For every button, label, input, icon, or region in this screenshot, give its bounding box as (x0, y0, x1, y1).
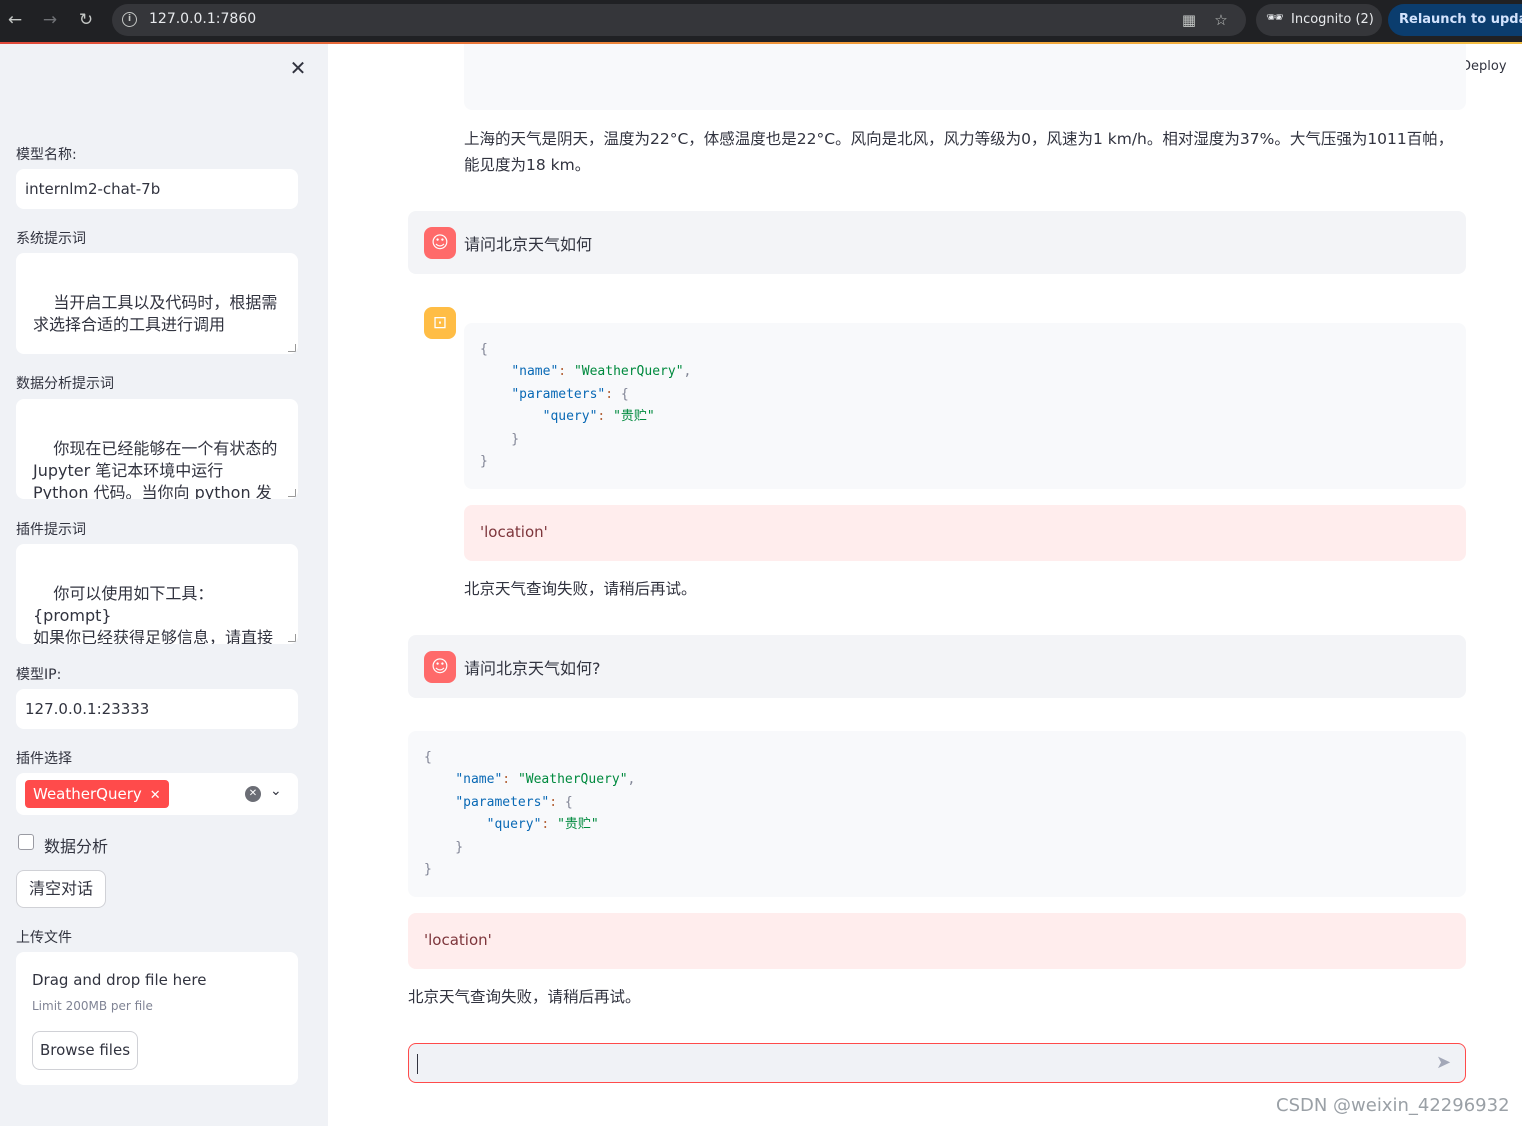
code-name-value: WeatherQuery (525, 772, 620, 788)
error-alert: 'location' (408, 913, 1466, 969)
resize-handle[interactable] (288, 489, 296, 497)
send-icon[interactable]: ➤ (1436, 1052, 1451, 1073)
dropzone-limit: Limit 200MB per file (32, 999, 153, 1013)
address-bar[interactable]: i 127.0.0.1:7860 ▦ ☆ (112, 4, 1246, 36)
plugin-multiselect[interactable]: WeatherQuery ✕ ✕ ⌄ (16, 773, 298, 815)
code-query-value: 贵贮 (564, 817, 591, 833)
model-ip-input[interactable]: 127.0.0.1:23333 (16, 689, 298, 729)
close-icon[interactable]: ✕ (288, 58, 308, 78)
chat-main: Deploy 上海的天气是阴天，温度为22°C，体感温度也是22°C。风向是北风… (328, 44, 1522, 1126)
plugin-prompt-text: 你可以使用如下工具： {prompt} 如果你已经获得足够信息，请直接给出答案.… (33, 584, 274, 644)
incognito-button[interactable]: 🕶 Incognito (2) (1256, 4, 1382, 36)
plugin-prompt-textarea[interactable]: 你可以使用如下工具： {prompt} 如果你已经获得足够信息，请直接给出答案.… (16, 544, 298, 644)
back-icon[interactable]: ← (3, 8, 27, 32)
incognito-icon: 🕶 (1266, 10, 1284, 26)
data-prompt-text: 你现在已经能够在一个有状态的 Jupyter 笔记本环境中运行 Python 代… (33, 439, 278, 499)
site-info-icon[interactable]: i (122, 12, 137, 27)
chevron-down-icon[interactable]: ⌄ (270, 783, 282, 799)
system-prompt-label: 系统提示词 (16, 231, 86, 247)
relaunch-button[interactable]: Relaunch to update (1388, 4, 1522, 36)
data-prompt-label: 数据分析提示词 (16, 376, 114, 392)
qr-code-icon[interactable]: ▦ (1179, 10, 1199, 30)
data-prompt-textarea[interactable]: 你现在已经能够在一个有状态的 Jupyter 笔记本环境中运行 Python 代… (16, 399, 298, 499)
dropzone-title: Drag and drop file here (32, 971, 207, 989)
code-query-value: 贵贮 (620, 409, 647, 425)
error-alert: 'location' (464, 505, 1466, 561)
system-prompt-text: 当开启工具以及代码时，根据需求选择合适的工具进行调用 (33, 293, 278, 334)
user-message-text: 请问北京天气如何? (464, 659, 601, 678)
forward-icon[interactable]: → (38, 8, 62, 32)
bot-avatar-icon: ⊡ (424, 307, 456, 339)
data-analysis-label: 数据分析 (44, 837, 109, 856)
assistant-message-text: 北京天气查询失败，请稍后再试。 (464, 580, 697, 598)
user-message: ☺ 请问北京天气如何? (408, 635, 1466, 698)
user-message-text: 请问北京天气如何 (464, 235, 593, 254)
model-name-input[interactable]: internlm2-chat-7b (16, 169, 298, 209)
resize-handle[interactable] (288, 634, 296, 642)
file-dropzone[interactable]: Drag and drop file here Limit 200MB per … (16, 952, 298, 1085)
system-prompt-textarea[interactable]: 当开启工具以及代码时，根据需求选择合适的工具进行调用 (16, 253, 298, 354)
text-caret (417, 1054, 418, 1074)
code-block (464, 44, 1466, 110)
clear-selection-icon[interactable]: ✕ (245, 786, 261, 802)
remove-tag-icon[interactable]: ✕ (150, 788, 161, 803)
user-message: ☺ 请问北京天气如何 (408, 211, 1466, 274)
upload-label: 上传文件 (16, 930, 72, 946)
watermark: CSDN @weixin_42296932 (1276, 1095, 1510, 1116)
resize-handle[interactable] (288, 344, 296, 352)
code-block: { "name": "WeatherQuery", "parameters": … (464, 323, 1466, 489)
sidebar: ✕ 模型名称: internlm2-chat-7b 系统提示词 当开启工具以及代… (0, 44, 328, 1126)
code-name-value: WeatherQuery (581, 364, 676, 380)
model-ip-label: 模型IP: (16, 667, 62, 683)
code-block: { "name": "WeatherQuery", "parameters": … (408, 731, 1466, 897)
plugin-select-label: 插件选择 (16, 751, 72, 767)
deploy-button[interactable]: Deploy (1461, 59, 1507, 74)
user-avatar-icon: ☺ (424, 227, 456, 259)
clear-chat-button[interactable]: 清空对话 (16, 870, 106, 908)
reload-icon[interactable]: ↻ (74, 8, 98, 32)
bookmark-star-icon[interactable]: ☆ (1211, 10, 1231, 30)
assistant-message-text: 上海的天气是阴天，温度为22°C，体感温度也是22°C。风向是北风，风力等级为0… (464, 130, 1454, 174)
plugin-prompt-label: 插件提示词 (16, 522, 86, 538)
browser-toolbar: ← → ↻ i 127.0.0.1:7860 ▦ ☆ 🕶 Incognito (… (0, 0, 1522, 42)
data-analysis-checkbox[interactable] (18, 834, 34, 850)
incognito-label: Incognito (2) (1291, 12, 1374, 27)
tag-label: WeatherQuery (33, 785, 142, 803)
user-avatar-icon: ☺ (424, 651, 456, 683)
assistant-message-text: 北京天气查询失败，请稍后再试。 (408, 988, 641, 1006)
selected-plugin-tag: WeatherQuery ✕ (25, 780, 169, 808)
chat-input[interactable]: ➤ (408, 1043, 1466, 1083)
model-name-label: 模型名称: (16, 147, 77, 163)
url-text[interactable]: 127.0.0.1:7860 (149, 11, 256, 27)
browse-files-button[interactable]: Browse files (32, 1031, 138, 1070)
